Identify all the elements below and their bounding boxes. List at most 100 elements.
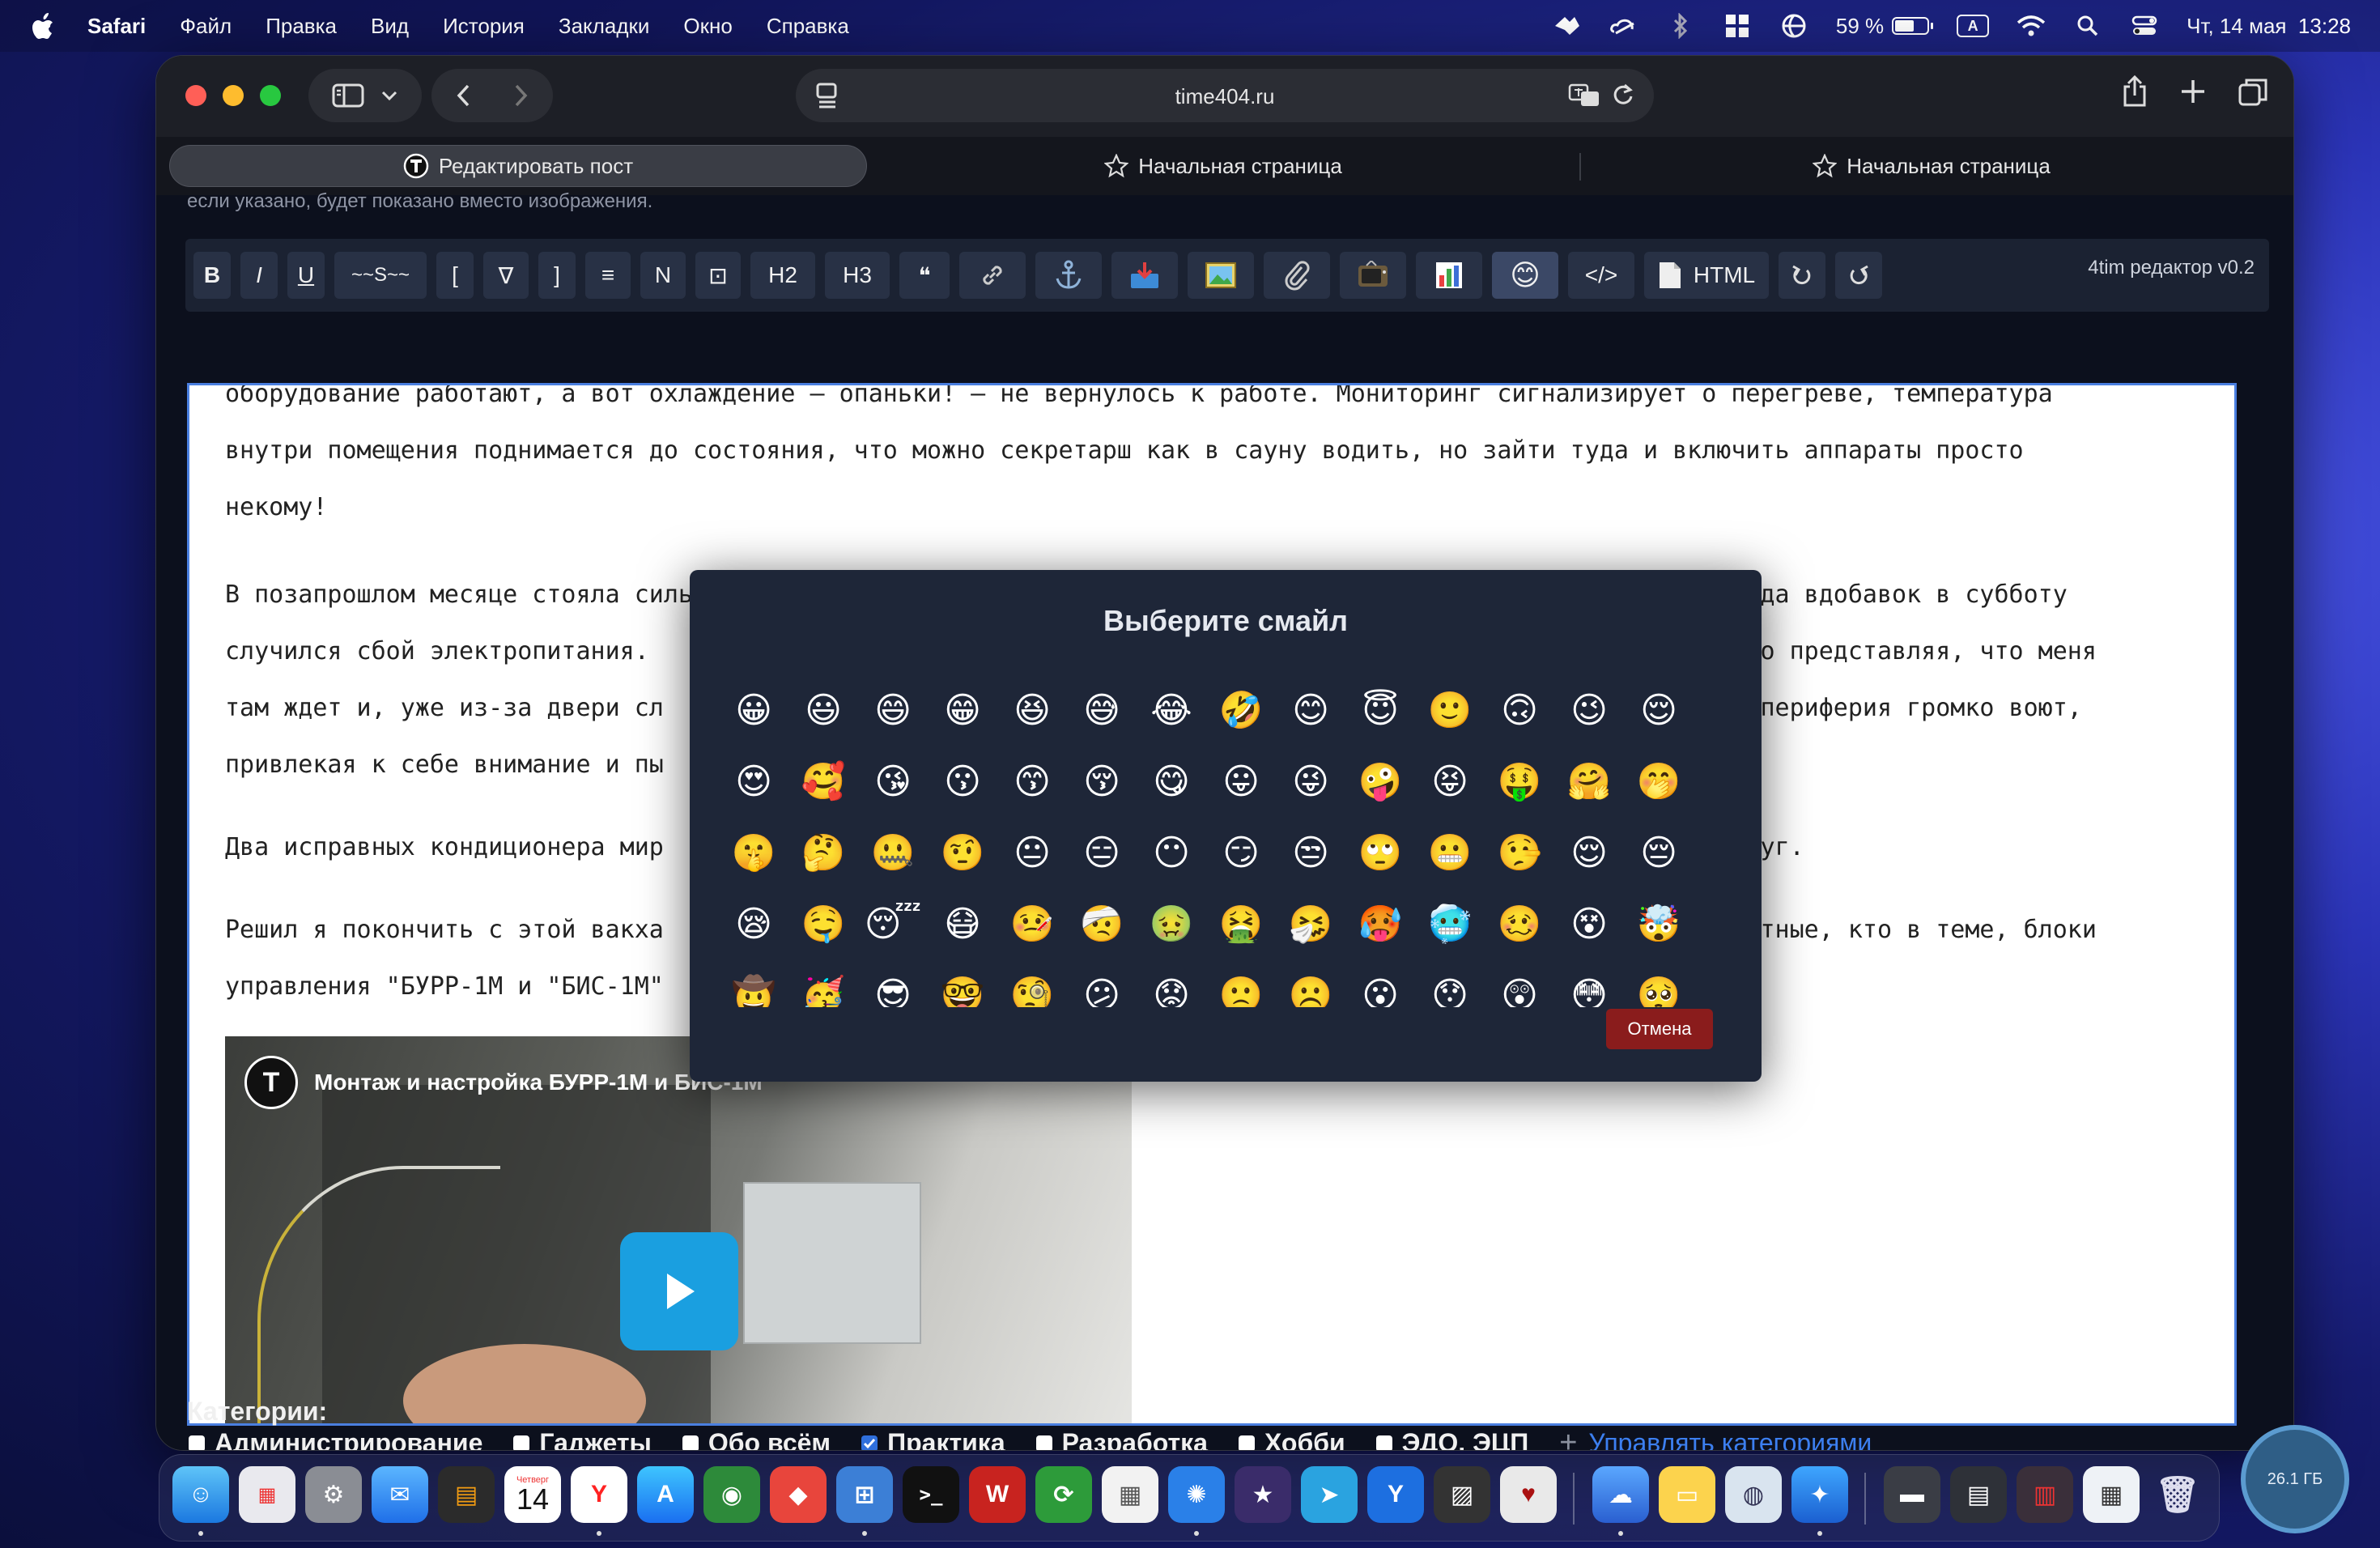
emoji-option[interactable]: 🤫 [719,818,788,889]
emoji-option[interactable]: 😮 [1345,960,1415,1008]
utility-icon[interactable]: ◉ [703,1466,760,1523]
emoji-option[interactable]: 🤣 [1206,675,1276,746]
emoji-option[interactable]: 🤔 [788,818,858,889]
tentacle-app-icon[interactable]: ✺ [1168,1466,1225,1523]
sidebar-toggle-button[interactable] [308,69,422,122]
emoji-option[interactable]: 😊 [1276,675,1345,746]
emoji-option[interactable]: 🥳 [788,960,858,1008]
category-about-all[interactable]: Обо всём [682,1428,831,1450]
emoji-option[interactable]: 🤥 [1485,818,1554,889]
minimized-window-1[interactable]: ▬ [1884,1466,1940,1523]
close-window-button[interactable] [185,85,206,106]
safari-icon[interactable]: ✦ [1791,1466,1848,1523]
tab-overview-icon[interactable] [2238,75,2267,108]
address-bar[interactable]: time404.ru [796,69,1654,122]
emoji-option[interactable]: 🧐 [997,960,1067,1008]
emoji-option[interactable]: 🤠 [719,960,788,1008]
link-button[interactable] [959,252,1026,299]
emoji-option[interactable]: 😗 [928,746,997,818]
menu-bookmarks[interactable]: Закладки [559,14,650,39]
emoji-option[interactable]: 🤕 [1067,889,1137,960]
emoji-option[interactable]: 🙁 [1206,960,1276,1008]
nabla-button[interactable]: ∇ [483,252,529,299]
minimized-window-4[interactable]: ▦ [2083,1466,2140,1523]
italic-button[interactable]: I [240,252,278,299]
calculator-icon[interactable]: ▤ [438,1466,495,1523]
checkbox[interactable] [1035,1435,1052,1450]
checkbox[interactable] [682,1435,699,1450]
undo-button[interactable] [1779,252,1825,299]
emoji-option[interactable]: 😶 [1137,818,1206,889]
emoji-option[interactable]: 😐 [997,818,1067,889]
embedded-video[interactable]: T Монтаж и настройка БУРР-1М и БИС-1М [225,1036,1132,1423]
emoji-option[interactable]: 🤐 [858,818,928,889]
emoji-option[interactable]: 🤪 [1345,746,1415,818]
tab-home-2[interactable]: Начальная страница [1579,145,2284,187]
emoji-option[interactable]: 😅 [1067,675,1137,746]
minimize-window-button[interactable] [223,85,244,106]
video-button[interactable] [1340,252,1406,299]
chart-button[interactable] [1416,252,1482,299]
emoji-option[interactable]: 😜 [1276,746,1345,818]
emoji-option[interactable]: 🥶 [1415,889,1485,960]
bold-button[interactable]: B [193,252,231,299]
app-store-icon[interactable]: A [637,1466,694,1523]
emoji-option[interactable]: 😃 [788,675,858,746]
emoji-option[interactable]: 🤧 [1276,889,1345,960]
emoji-option[interactable]: 😂 [1137,675,1206,746]
emoji-option[interactable]: 🥴 [1485,889,1554,960]
emoji-option[interactable]: 🥺 [1624,960,1694,1008]
category-gadgets[interactable]: Гаджеты [513,1428,652,1450]
emoji-option[interactable]: 🥰 [788,746,858,818]
code-button[interactable]: </> [1568,252,1634,299]
emoji-option[interactable]: 😏 [1206,818,1276,889]
checkbox-checked[interactable] [861,1435,878,1450]
system-settings-icon[interactable]: ⚙ [305,1466,362,1523]
category-edo[interactable]: ЭДО, ЭЦП [1375,1428,1528,1450]
emoji-option[interactable]: 😎 [858,960,928,1008]
tab-home-1[interactable]: Начальная страница [867,145,1579,187]
wine-icon[interactable]: ♥ [1500,1466,1557,1523]
emoji-option[interactable]: 😙 [997,746,1067,818]
underline-button[interactable]: U [287,252,325,299]
telegram-icon[interactable]: ➤ [1301,1466,1358,1523]
tab-edit-post[interactable]: Редактировать пост [169,145,867,187]
emoji-option[interactable]: 🤒 [997,889,1067,960]
emoji-option[interactable]: 🙃 [1485,675,1554,746]
emoji-option[interactable]: 😴 [858,889,928,960]
reload-icon[interactable] [1612,82,1634,108]
zoom-window-button[interactable] [260,85,281,106]
emoji-option[interactable]: 🤯 [1624,889,1694,960]
activity-monitor-icon[interactable]: ▨ [1434,1466,1490,1523]
box-button[interactable]: ⊡ [695,252,741,299]
vpn-globe-icon[interactable] [1779,11,1808,40]
emoji-option[interactable]: 😄 [858,675,928,746]
menu-window[interactable]: Окно [683,14,732,39]
emoji-option[interactable]: 😲 [1485,960,1554,1008]
category-development[interactable]: Разработка [1035,1428,1208,1450]
html-button[interactable]: HTML [1644,252,1769,299]
category-practice[interactable]: Практика [861,1428,1005,1450]
mail-icon[interactable]: ✉ [372,1466,428,1523]
emoji-option[interactable]: 😷 [928,889,997,960]
trash-icon[interactable]: 🗑 [2149,1466,2206,1523]
list-button[interactable]: ≡ [585,252,631,299]
emoji-option[interactable]: 😝 [1415,746,1485,818]
cloud-app-icon[interactable]: ☁ [1592,1466,1649,1523]
new-tab-plus-icon[interactable] [2180,75,2206,108]
strikethrough-button[interactable]: ~~S~~ [334,252,427,299]
emoji-option[interactable]: 😘 [858,746,928,818]
finder-icon[interactable]: ☺ [172,1466,229,1523]
emoji-option[interactable]: 🙂 [1415,675,1485,746]
quote-button[interactable]: ❝ [899,252,950,299]
forward-arrow-icon[interactable] [512,83,529,108]
imovie-icon[interactable]: ★ [1235,1466,1291,1523]
emoji-option[interactable]: 😚 [1067,746,1137,818]
menu-history[interactable]: История [443,14,525,39]
emoji-option[interactable]: 😀 [719,675,788,746]
emoji-option[interactable]: 😳 [1554,960,1624,1008]
h3-button[interactable]: H3 [825,252,890,299]
h2-button[interactable]: H2 [750,252,815,299]
menu-edit[interactable]: Правка [266,14,337,39]
emoji-option[interactable]: 😛 [1206,746,1276,818]
